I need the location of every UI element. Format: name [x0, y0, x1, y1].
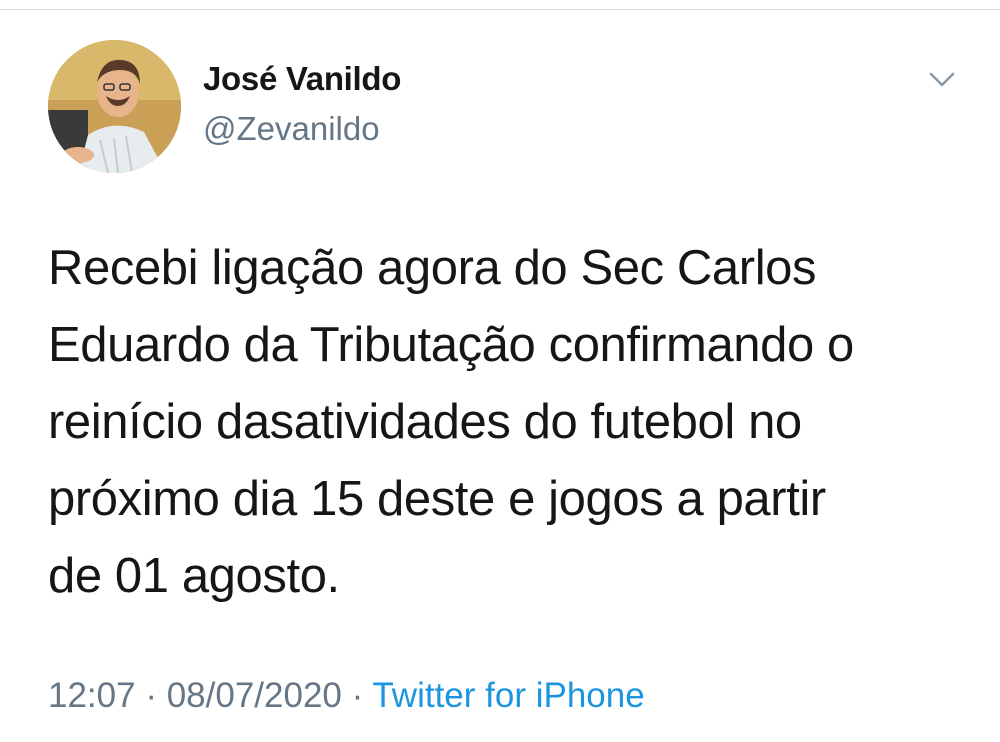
tweet-date[interactable]: 08/07/2020 [167, 676, 342, 715]
tweet-text-line: Eduardo da Tributação confirmando o [48, 318, 854, 372]
tweet-source-link[interactable]: Twitter for iPhone [372, 676, 644, 715]
top-divider [0, 9, 1000, 10]
tweet-text-line: próximo dia 15 deste e jogos a partir [48, 472, 826, 526]
tweet-text-line: Recebi ligação agora do Sec Carlos [48, 241, 817, 295]
user-handle[interactable]: @Zevanildo [203, 110, 380, 148]
avatar[interactable] [48, 40, 181, 173]
display-name[interactable]: José Vanildo [203, 60, 401, 98]
meta-separator: · [341, 676, 373, 715]
tweet-text-line: de 01 agosto. [48, 549, 340, 603]
avatar-photo [48, 40, 181, 173]
chevron-down-icon [929, 72, 955, 87]
tweet-meta: 12:07 · 08/07/2020 · Twitter for iPhone [48, 676, 645, 716]
tweet-time[interactable]: 12:07 [48, 676, 136, 715]
tweet-text-line: reinício dasatividades do futebol no [48, 395, 802, 449]
tweet-menu-button[interactable] [922, 66, 962, 96]
meta-separator: · [135, 676, 167, 715]
tweet-text: Recebi ligação agora do Sec Carlos Eduar… [48, 230, 968, 615]
